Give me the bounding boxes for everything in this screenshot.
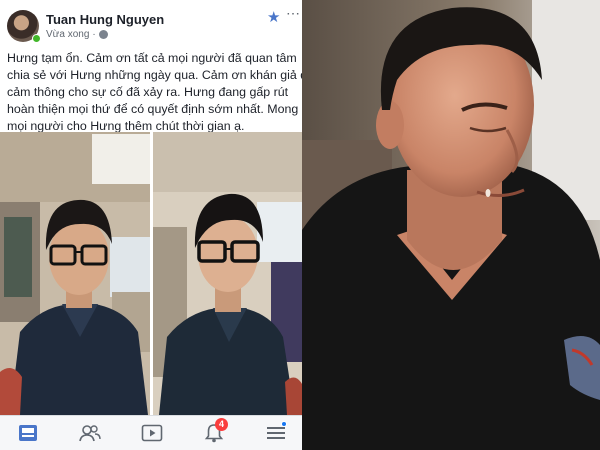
menu-update-dot [281, 421, 287, 427]
post-photo-2[interactable] [153, 132, 302, 415]
star-icon[interactable]: ★ [267, 8, 280, 26]
online-status-dot [32, 34, 41, 43]
portrait-photo [302, 0, 600, 450]
post-photos [0, 132, 302, 415]
post-photo-1[interactable] [0, 132, 150, 415]
more-options-icon[interactable]: ⋯ [286, 5, 300, 22]
post-meta: Vừa xong · [46, 29, 108, 40]
post-text: Hưng tạm ổn. Cảm ơn tất cả mọi người đã … [7, 50, 302, 135]
tab-news-feed[interactable] [14, 420, 42, 446]
bottom-tab-bar: 4 [0, 415, 302, 450]
globe-icon [98, 30, 108, 39]
post-header: Tuan Hung Nguyen Vừa xong · ★ ⋯ [0, 0, 302, 44]
menu-icon [267, 427, 285, 439]
notification-badge: 4 [215, 418, 228, 431]
post-text-line: Hưng tạm ổn. Cảm ơn tất cả mọi người đã … [7, 51, 297, 65]
post-text-line: cảm thông cho sự cố đã xảy ra. Hưng đang… [7, 85, 289, 99]
tab-friends[interactable] [76, 420, 104, 446]
tab-notifications[interactable]: 4 [200, 418, 228, 446]
post-text-line: hoàn thiện mọi thứ để có quyết định sớm … [7, 102, 299, 116]
news-feed-icon [19, 425, 37, 441]
facebook-post-screenshot: Tuan Hung Nguyen Vừa xong · ★ ⋯ Hưng tạm… [0, 0, 302, 450]
watch-icon [141, 424, 163, 442]
tab-menu[interactable] [262, 420, 290, 446]
post-author-name[interactable]: Tuan Hung Nguyen [46, 12, 164, 27]
post-text-line: chia sẻ với Hưng những ngày qua. Cảm ơn … [7, 68, 302, 82]
tab-watch[interactable] [138, 420, 166, 446]
middot-separator: · [92, 29, 96, 40]
post-timestamp[interactable]: Vừa xong [46, 29, 89, 40]
friends-icon [79, 425, 101, 442]
